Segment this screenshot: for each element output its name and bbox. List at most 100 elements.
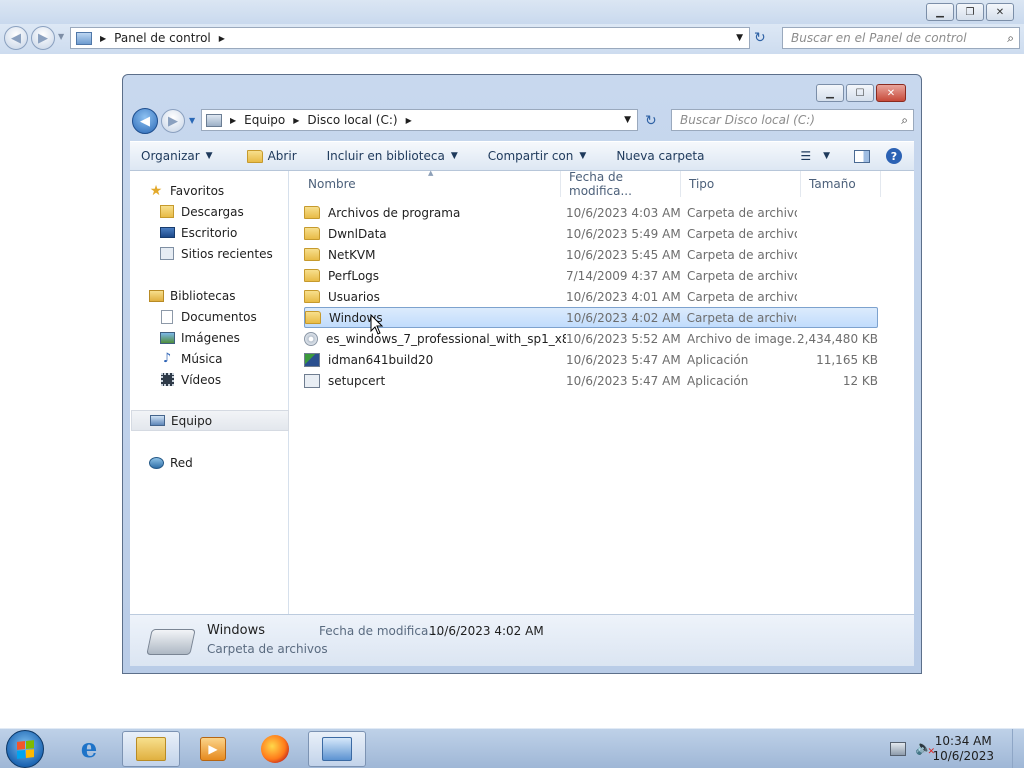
- file-row[interactable]: setupcert 10/6/2023 5:47 AM Aplicación 1…: [304, 370, 878, 391]
- nav-recent-places[interactable]: Sitios recientes: [130, 243, 288, 264]
- file-type: Carpeta de archivos: [687, 226, 797, 241]
- network-tray-icon[interactable]: [890, 742, 906, 756]
- refresh-icon[interactable]: ↻: [754, 30, 766, 46]
- address-dropdown-icon[interactable]: ▼: [736, 33, 743, 43]
- file-type: Carpeta de archivos: [687, 268, 797, 283]
- nav-desktop[interactable]: Escritorio: [130, 222, 288, 243]
- control-panel-titlebar: ▁ ❐ ✕: [0, 0, 1024, 24]
- explorer-address-row: ◀ ▶ ▼ ▶ Equipo ▶ Disco local (C:) ▶ ▼ ↻ …: [123, 105, 921, 137]
- refresh-icon[interactable]: ↻: [645, 113, 657, 129]
- search-input[interactable]: Buscar en el Panel de control ⌕: [782, 27, 1020, 49]
- include-in-library-button[interactable]: Incluir en biblioteca ▼: [316, 145, 469, 167]
- file-row[interactable]: Archivos de programa 10/6/2023 4:03 AM C…: [304, 202, 878, 223]
- clock-date: 10/6/2023: [932, 749, 994, 763]
- folder-icon: [304, 227, 320, 240]
- nav-documents[interactable]: Documentos: [130, 306, 288, 327]
- new-folder-button[interactable]: Nueva carpeta: [605, 145, 715, 167]
- libraries-icon: [148, 289, 164, 303]
- address-bar[interactable]: ▶ Panel de control ▶ ▼: [70, 27, 750, 49]
- history-dropdown-icon[interactable]: ▼: [189, 116, 195, 125]
- nav-computer[interactable]: Equipo: [131, 410, 289, 431]
- file-date: 10/6/2023 5:49 AM: [566, 226, 681, 241]
- downloads-icon: [159, 205, 175, 219]
- back-button[interactable]: ◀: [132, 108, 158, 134]
- system-clock[interactable]: 10:34 AM 10/6/2023: [932, 734, 994, 764]
- taskbar-internet-explorer[interactable]: e: [60, 731, 118, 767]
- breadcrumb-separator-icon[interactable]: ▶: [406, 116, 412, 125]
- column-date[interactable]: Fecha de modifica...: [561, 170, 681, 198]
- file-row[interactable]: PerfLogs 7/14/2009 4:37 AM Carpeta de ar…: [304, 265, 878, 286]
- windows-logo-icon: [16, 739, 34, 759]
- search-icon[interactable]: ⌕: [901, 113, 908, 128]
- file-date: 10/6/2023 5:45 AM: [566, 247, 681, 262]
- column-type[interactable]: Tipo: [681, 171, 801, 197]
- nav-libraries[interactable]: Bibliotecas: [130, 285, 288, 306]
- file-row[interactable]: es_windows_7_professional_with_sp1_x86..…: [304, 328, 878, 349]
- file-row[interactable]: idman641build20 10/6/2023 5:47 AM Aplica…: [304, 349, 878, 370]
- breadcrumb-separator-icon[interactable]: ▶: [230, 116, 236, 125]
- column-name[interactable]: Nombre: [290, 171, 561, 197]
- details-name: Windows: [207, 623, 266, 638]
- breadcrumb-item-equipo[interactable]: Equipo: [244, 113, 285, 127]
- nav-videos[interactable]: Vídeos: [130, 369, 288, 390]
- share-with-button[interactable]: Compartir con ▼: [477, 145, 598, 167]
- file-row[interactable]: NetKVM 10/6/2023 5:45 AM Carpeta de arch…: [304, 244, 878, 265]
- search-icon[interactable]: ⌕: [1007, 31, 1014, 46]
- forward-button[interactable]: ▶: [161, 109, 185, 133]
- nav-downloads[interactable]: Descargas: [130, 201, 288, 222]
- close-button[interactable]: ✕: [986, 3, 1014, 21]
- help-button[interactable]: ?: [878, 145, 914, 167]
- history-dropdown-icon[interactable]: ▼: [58, 32, 64, 41]
- file-list-pane: ▲ Nombre Fecha de modifica... Tipo Tamañ…: [290, 169, 914, 614]
- file-row[interactable]: Usuarios 10/6/2023 4:01 AM Carpeta de ar…: [304, 286, 878, 307]
- drive-icon: [146, 629, 196, 655]
- nav-network[interactable]: Red: [130, 452, 288, 473]
- start-button[interactable]: [6, 730, 44, 768]
- file-name: PerfLogs: [328, 268, 380, 283]
- nav-music[interactable]: ♪ Música: [130, 348, 288, 369]
- preview-pane-button[interactable]: [846, 145, 878, 167]
- folder-icon: [304, 206, 320, 219]
- file-row-selected[interactable]: Windows 10/6/2023 4:02 AM Carpeta de arc…: [304, 307, 878, 328]
- file-name: es_windows_7_professional_with_sp1_x86..…: [326, 331, 566, 346]
- address-bar[interactable]: ▶ Equipo ▶ Disco local (C:) ▶ ▼: [201, 109, 638, 131]
- documents-icon: [159, 309, 175, 324]
- file-date: 10/6/2023 5:47 AM: [566, 373, 681, 388]
- search-input[interactable]: Buscar Disco local (C:) ⌕: [671, 109, 914, 131]
- nav-favorites[interactable]: ★ Favoritos: [130, 180, 288, 201]
- column-size[interactable]: Tamaño: [801, 171, 881, 197]
- close-button[interactable]: ✕: [876, 84, 906, 102]
- breadcrumb-separator-icon[interactable]: ▶: [219, 34, 225, 43]
- restore-button[interactable]: ❐: [956, 3, 984, 21]
- change-view-button[interactable]: ☰ ▼: [796, 145, 834, 167]
- organize-button[interactable]: Organizar ▼: [130, 145, 224, 167]
- taskbar-explorer[interactable]: [122, 731, 180, 767]
- breadcrumb-item-disco-local[interactable]: Disco local (C:): [307, 113, 397, 127]
- file-name: Archivos de programa: [328, 205, 461, 220]
- file-date: 10/6/2023 5:47 AM: [566, 352, 681, 367]
- mouse-cursor-icon: [370, 314, 384, 335]
- address-dropdown-icon[interactable]: ▼: [624, 115, 631, 125]
- nav-images[interactable]: Imágenes: [130, 327, 288, 348]
- desktop-icon: [159, 226, 175, 240]
- taskbar-control-panel[interactable]: [308, 731, 366, 767]
- explorer-body: ★ Favoritos Descargas Escritorio Sitios …: [130, 169, 914, 614]
- file-type: Carpeta de archivos: [687, 247, 797, 262]
- folder-icon: [304, 269, 320, 282]
- file-row[interactable]: DwnlData 10/6/2023 5:49 AM Carpeta de ar…: [304, 223, 878, 244]
- back-button[interactable]: ◀: [4, 26, 28, 50]
- breadcrumb-separator-icon[interactable]: ▶: [293, 116, 299, 125]
- taskbar-firefox[interactable]: [246, 731, 304, 767]
- show-desktop-button[interactable]: [1012, 729, 1024, 768]
- forward-button[interactable]: ▶: [31, 26, 55, 50]
- minimize-button[interactable]: ▁: [816, 84, 844, 102]
- breadcrumb-item[interactable]: Panel de control: [114, 31, 211, 45]
- minimize-button[interactable]: ▁: [926, 3, 954, 21]
- computer-icon: [149, 414, 165, 428]
- taskbar-media-player[interactable]: ▶: [184, 731, 242, 767]
- open-button[interactable]: Abrir: [236, 145, 308, 167]
- breadcrumb-separator-icon: ▶: [100, 33, 107, 43]
- maximize-button[interactable]: ☐: [846, 84, 874, 102]
- file-date: 7/14/2009 4:37 AM: [566, 268, 681, 283]
- file-name: Usuarios: [328, 289, 380, 304]
